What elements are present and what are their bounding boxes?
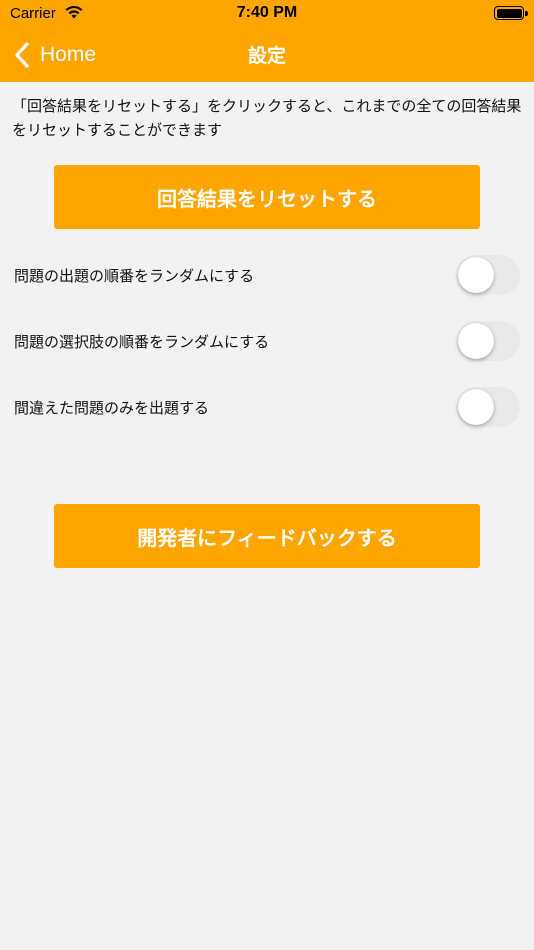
header: Carrier 7:40 PM Home 設定 <box>0 0 534 82</box>
navigation-bar: Home 設定 <box>0 28 534 82</box>
setting-row-random-choice-order: 問題の選択肢の順番をランダムにする <box>14 321 522 361</box>
page-title: 設定 <box>247 45 286 67</box>
reset-description: 「回答結果をリセットする」をクリックすると、これまでの全ての回答結果をリセットす… <box>12 97 522 139</box>
reset-results-button[interactable]: 回答結果をリセットする <box>54 165 480 229</box>
status-bar: Carrier 7:40 PM <box>0 0 534 28</box>
random-question-order-toggle[interactable] <box>456 255 520 295</box>
setting-row-random-question-order: 問題の出題の順番をランダムにする <box>14 255 522 295</box>
setting-label: 問題の選択肢の順番をランダムにする <box>14 333 270 351</box>
status-time: 7:40 PM <box>236 4 298 21</box>
random-choice-order-toggle[interactable] <box>456 321 520 361</box>
battery-icon <box>494 6 528 20</box>
feedback-button[interactable]: 開発者にフィードバックする <box>54 504 480 568</box>
setting-label: 間違えた問題のみを出題する <box>14 399 210 417</box>
setting-row-incorrect-only: 間違えた問題のみを出題する <box>14 387 522 427</box>
incorrect-only-toggle[interactable] <box>456 387 520 427</box>
setting-label: 問題の出題の順番をランダムにする <box>14 267 255 285</box>
